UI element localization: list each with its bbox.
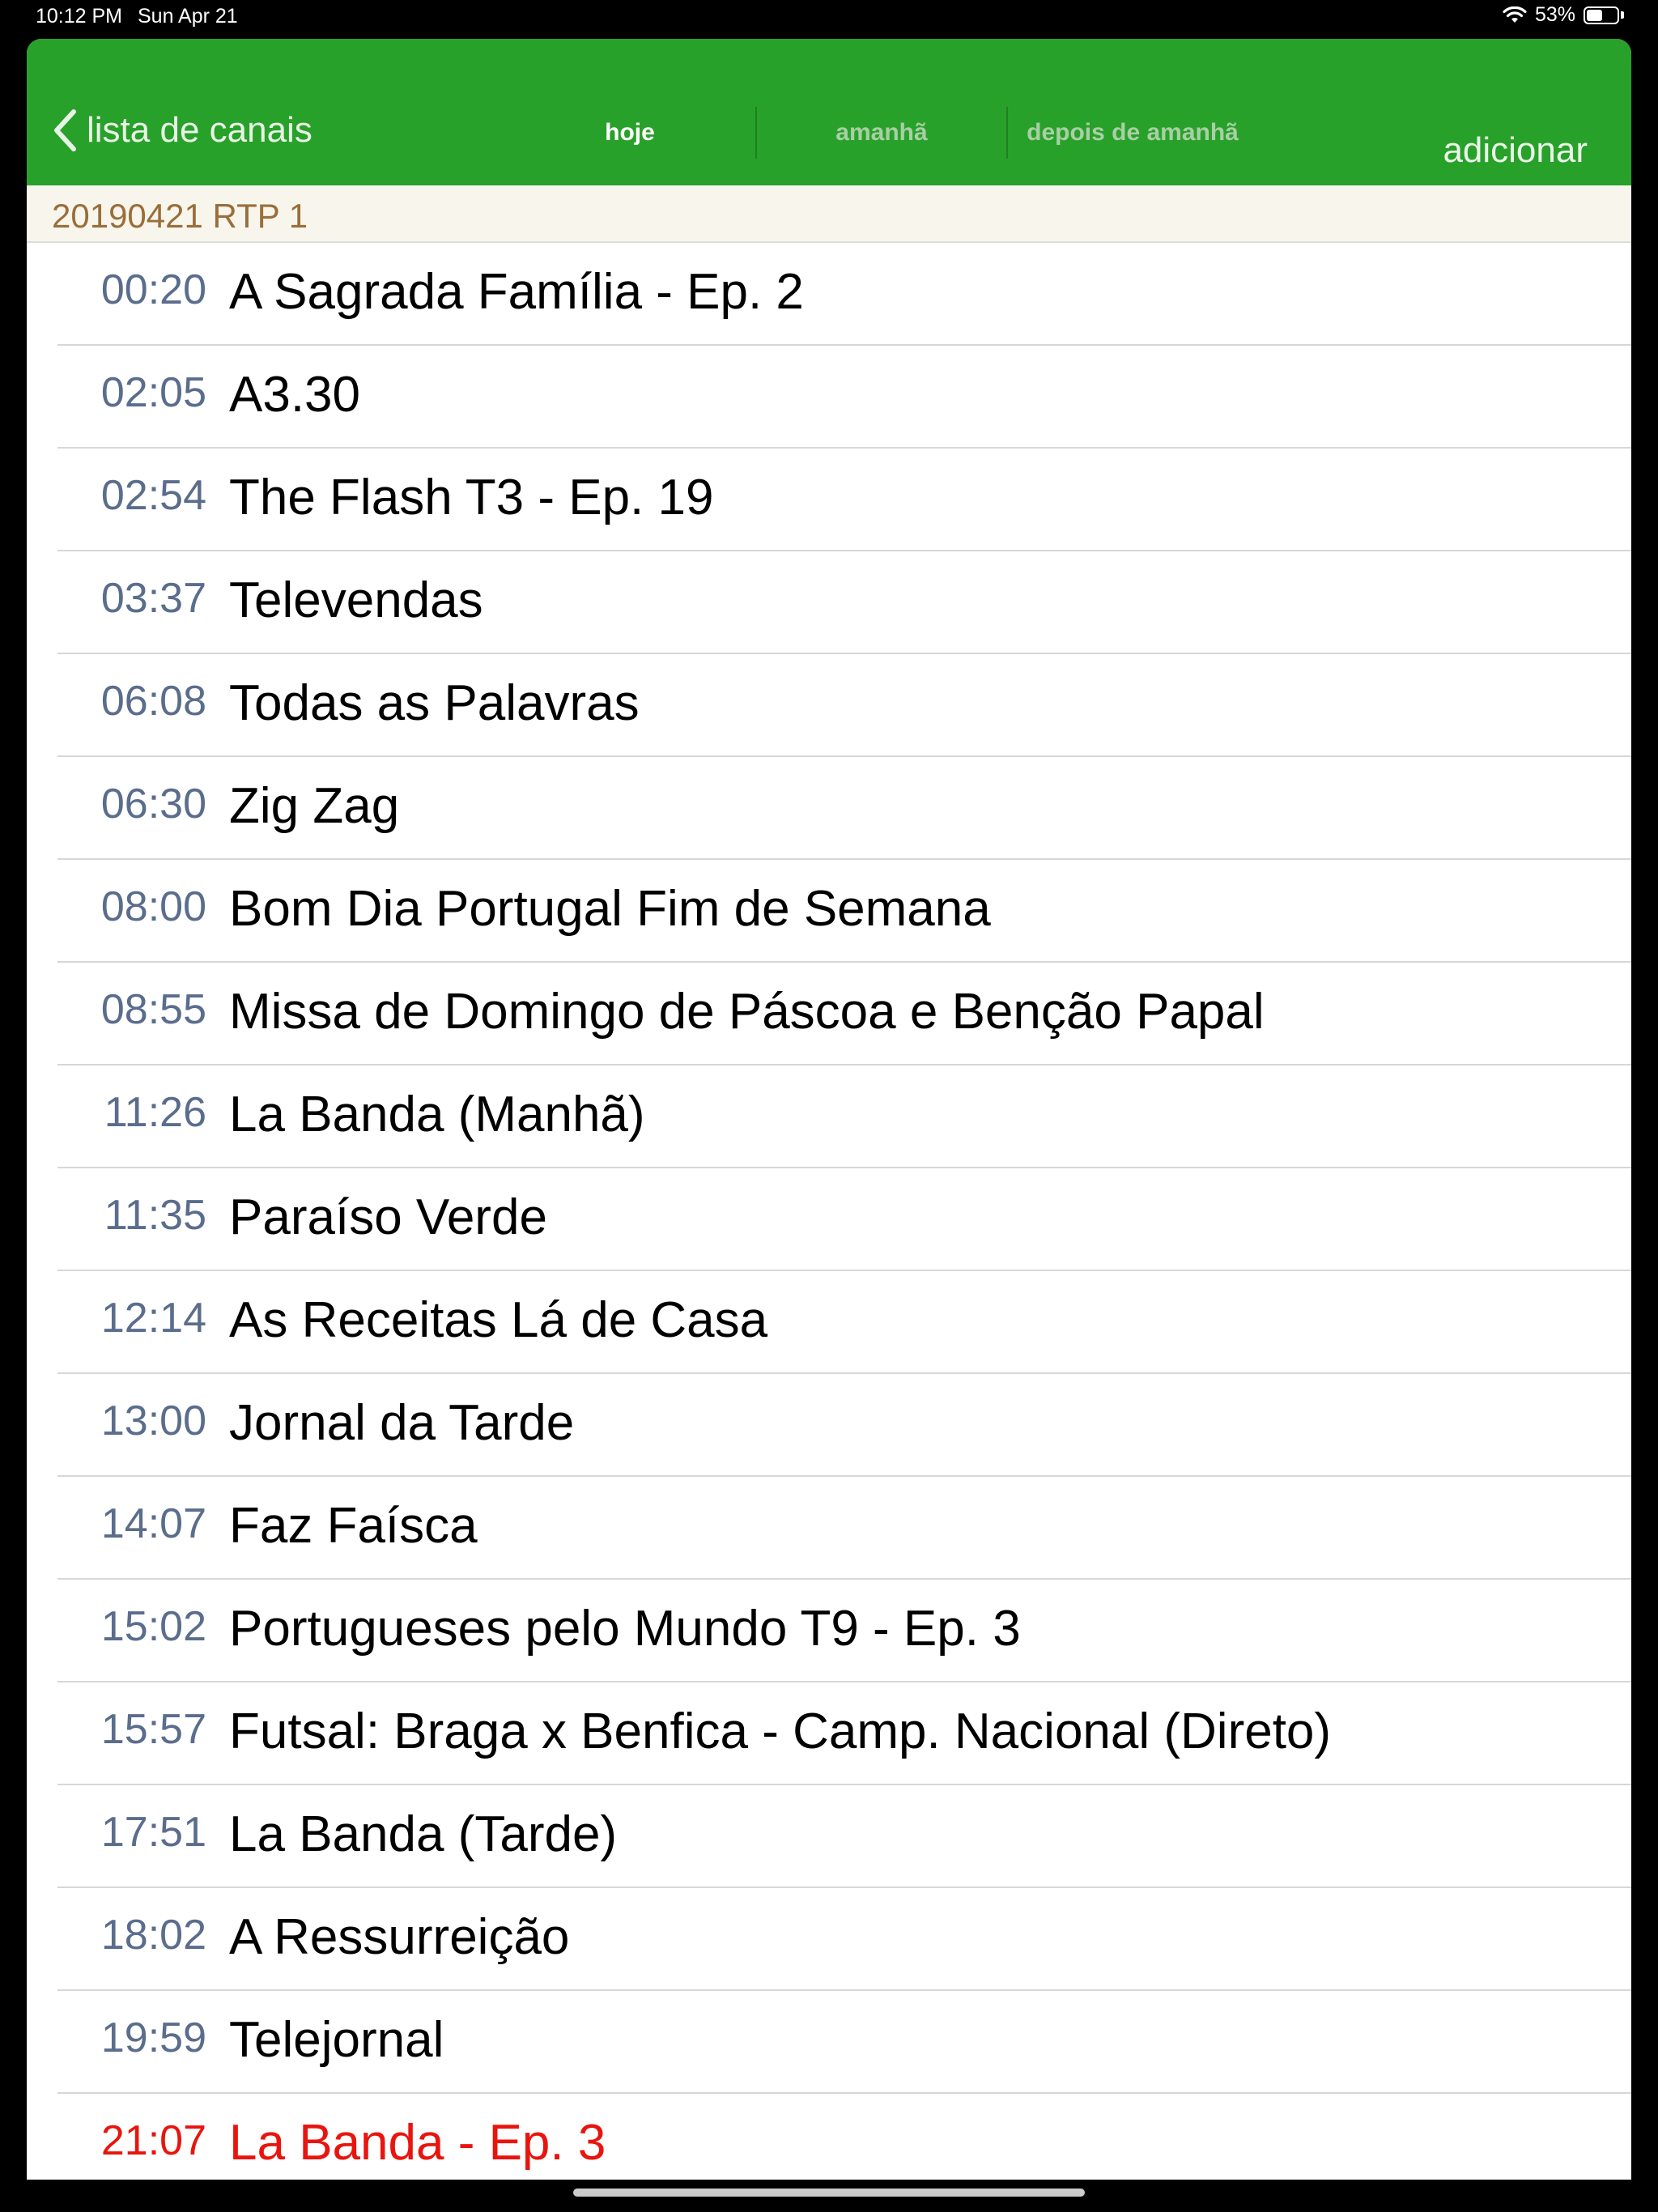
- status-bar: 10:12 PM Sun Apr 21 53%: [0, 0, 1658, 39]
- program-time: 19:59: [100, 2014, 206, 2061]
- program-time: 15:57: [100, 1706, 206, 1753]
- program-title: Missa de Domingo de Páscoa e Benção Papa…: [229, 984, 1265, 1040]
- program-title: Jornal da Tarde: [229, 1395, 575, 1451]
- back-button-label: lista de canais: [87, 110, 312, 150]
- program-title: Televendas: [229, 572, 483, 628]
- program-title: Futsal: Braga x Benfica - Camp. Nacional…: [229, 1704, 1332, 1759]
- program-time: 12:14: [100, 1295, 206, 1342]
- table-row[interactable]: 11:35 Paraíso Verde: [27, 1168, 1631, 1271]
- program-title: La Banda (Manhã): [229, 1087, 645, 1142]
- table-row[interactable]: 03:37 Televendas: [27, 551, 1631, 654]
- program-time: 15:02: [100, 1603, 206, 1650]
- program-time: 21:07: [100, 2117, 206, 2164]
- add-button[interactable]: adicionar: [1443, 130, 1588, 171]
- program-title: Zig Zag: [229, 778, 400, 834]
- program-title: Todas as Palavras: [229, 675, 640, 731]
- table-row[interactable]: 17:51 La Banda (Tarde): [27, 1785, 1631, 1888]
- program-title: As Receitas Lá de Casa: [229, 1292, 768, 1348]
- back-button[interactable]: lista de canais: [51, 108, 312, 152]
- program-time: 17:51: [100, 1809, 206, 1856]
- program-time: 06:30: [100, 781, 206, 827]
- battery-icon: [1584, 6, 1619, 24]
- program-title: Telejornal: [229, 2012, 444, 2068]
- battery-percent: 53%: [1534, 3, 1575, 26]
- table-row[interactable]: 18:02 A Ressurreição: [27, 1888, 1631, 1991]
- program-time: 02:54: [100, 472, 206, 519]
- table-row[interactable]: 13:00 Jornal da Tarde: [27, 1374, 1631, 1477]
- table-row[interactable]: 08:00 Bom Dia Portugal Fim de Semana: [27, 860, 1631, 963]
- program-title: Faz Faísca: [229, 1498, 478, 1554]
- program-title: The Flash T3 - Ep. 19: [229, 470, 714, 525]
- table-row[interactable]: 02:05 A3.30: [27, 346, 1631, 449]
- program-time: 18:02: [100, 1912, 206, 1959]
- app-window: lista de canais hoje amanhã depois de am…: [27, 39, 1631, 2180]
- program-title: Paraíso Verde: [229, 1189, 547, 1245]
- table-row[interactable]: 00:20 A Sagrada Família - Ep. 2: [27, 243, 1631, 346]
- table-row[interactable]: 19:59 Telejornal: [27, 1991, 1631, 2094]
- tab-depois-de-amanha[interactable]: depois de amanhã: [1006, 107, 1257, 159]
- program-title: La Banda - Ep. 3: [229, 2115, 606, 2171]
- program-title: A Ressurreição: [229, 1909, 570, 1965]
- program-time: 14:07: [100, 1500, 206, 1547]
- tab-hoje[interactable]: hoje: [504, 107, 755, 159]
- chevron-left-icon: [54, 109, 76, 151]
- tab-amanha[interactable]: amanhã: [755, 107, 1006, 159]
- program-title: A3.30: [229, 367, 361, 423]
- program-time: 06:08: [100, 678, 206, 725]
- table-row[interactable]: 14:07 Faz Faísca: [27, 1477, 1631, 1580]
- day-segmented-control: hoje amanhã depois de amanhã: [504, 107, 1257, 159]
- table-row-now-playing[interactable]: 21:07 La Banda - Ep. 3: [27, 2094, 1631, 2180]
- program-time: 11:26: [104, 1089, 206, 1136]
- program-time: 00:20: [100, 266, 206, 313]
- navigation-bar: lista de canais hoje amanhã depois de am…: [27, 39, 1631, 185]
- table-row[interactable]: 08:55 Missa de Domingo de Páscoa e Bençã…: [27, 963, 1631, 1066]
- program-time: 08:00: [100, 883, 206, 930]
- program-title: Bom Dia Portugal Fim de Semana: [229, 881, 991, 937]
- table-row[interactable]: 15:02 Portugueses pelo Mundo T9 - Ep. 3: [27, 1580, 1631, 1682]
- status-date: Sun Apr 21: [138, 5, 238, 28]
- section-header: 20190421 RTP 1: [27, 185, 1631, 243]
- table-row[interactable]: 06:08 Todas as Palavras: [27, 654, 1631, 757]
- program-title: A Sagrada Família - Ep. 2: [229, 264, 804, 320]
- section-title: 20190421 RTP 1: [52, 197, 308, 235]
- program-time: 11:35: [104, 1192, 206, 1239]
- battery-fill: [1587, 9, 1602, 21]
- program-title: La Banda (Tarde): [229, 1806, 618, 1862]
- table-row[interactable]: 15:57 Futsal: Braga x Benfica - Camp. Na…: [27, 1682, 1631, 1785]
- table-row[interactable]: 06:30 Zig Zag: [27, 757, 1631, 860]
- status-indicators: 53%: [1503, 3, 1624, 27]
- program-list: 00:20 A Sagrada Família - Ep. 2 02:05 A3…: [27, 243, 1631, 2180]
- program-title: Portugueses pelo Mundo T9 - Ep. 3: [229, 1601, 1021, 1657]
- program-time: 13:00: [100, 1397, 206, 1444]
- program-time: 08:55: [100, 986, 206, 1033]
- table-row[interactable]: 11:26 La Banda (Manhã): [27, 1066, 1631, 1168]
- table-row[interactable]: 12:14 As Receitas Lá de Casa: [27, 1271, 1631, 1374]
- wifi-icon: [1503, 6, 1527, 23]
- battery-tip: [1621, 11, 1624, 19]
- home-indicator[interactable]: [573, 2189, 1085, 2197]
- program-time: 02:05: [100, 369, 206, 416]
- table-row[interactable]: 02:54 The Flash T3 - Ep. 19: [27, 449, 1631, 551]
- status-time: 10:12 PM: [36, 5, 123, 28]
- program-time: 03:37: [100, 575, 206, 622]
